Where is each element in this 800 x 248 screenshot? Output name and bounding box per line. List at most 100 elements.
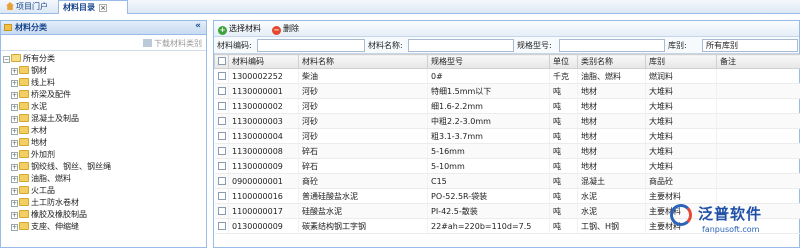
- table-row[interactable]: 1130000001 河砂 特细1.5mm以下吨地材 大堆料: [214, 83, 800, 99]
- tree-node-category[interactable]: + 橡胶及橡胶制品: [3, 209, 206, 221]
- expand-toggle-icon[interactable]: +: [11, 212, 18, 219]
- expand-toggle-icon[interactable]: +: [11, 128, 18, 135]
- delete-button[interactable]: − 删除: [272, 23, 299, 35]
- table-row[interactable]: 1130000009 碎石 5-10mm 吨地材 大堆料: [214, 158, 800, 174]
- watermark-url: fanpusoft.com: [702, 225, 760, 234]
- expand-toggle-icon[interactable]: +: [11, 224, 18, 231]
- expand-toggle-icon[interactable]: +: [11, 140, 18, 147]
- tree-node-category[interactable]: + 钢绞线、钢丝、钢丝绳: [3, 161, 206, 173]
- row-checkbox[interactable]: [214, 173, 229, 189]
- folder-icon: [19, 90, 29, 98]
- row-checkbox[interactable]: [214, 83, 229, 99]
- column-header[interactable]: 库别: [645, 54, 717, 69]
- folder-icon: [19, 198, 29, 206]
- tree-node-category[interactable]: + 土工防水卷材: [3, 197, 206, 209]
- code-filter-input[interactable]: [257, 39, 365, 52]
- expand-toggle-icon[interactable]: +: [11, 188, 18, 195]
- table-row[interactable]: 1130000004 河砂 粗3.1-3.7mm 吨地材 大堆料: [214, 128, 800, 144]
- table-cell: 0130000009: [228, 218, 299, 234]
- folder-icon: [19, 102, 29, 110]
- row-checkbox[interactable]: [214, 218, 229, 234]
- home-icon: [6, 2, 14, 10]
- table-cell: 大堆料: [645, 128, 717, 144]
- collapse-icon[interactable]: «: [193, 22, 203, 32]
- row-checkbox[interactable]: [214, 143, 229, 159]
- close-icon[interactable]: ×: [99, 4, 107, 12]
- table-cell: 硅酸盐水泥: [298, 203, 428, 219]
- table-cell: [716, 83, 800, 99]
- tree-node-category[interactable]: + 支座、伸缩缝: [3, 221, 206, 233]
- tree-node-category[interactable]: + 外加剂: [3, 149, 206, 161]
- tree-node-root[interactable]: − 所有分类: [3, 53, 206, 65]
- select-material-button[interactable]: + 选择材料: [218, 23, 261, 35]
- table-cell: 大堆料: [645, 143, 717, 159]
- panel-title: 材料分类: [15, 23, 47, 32]
- table-cell: 5-10mm: [427, 158, 550, 174]
- table-cell: 细1.6-2.2mm: [427, 98, 550, 114]
- expand-toggle-icon[interactable]: +: [11, 200, 18, 207]
- tab-label: 项目门户: [16, 2, 48, 11]
- expand-toggle-icon[interactable]: +: [11, 68, 18, 75]
- table-row[interactable]: 1130000003 河砂 中粗2.2-3.0mm 吨地材 大堆料: [214, 113, 800, 129]
- row-checkbox[interactable]: [214, 68, 229, 84]
- table-cell: 河砂: [298, 83, 428, 99]
- spec-filter-input[interactable]: [559, 39, 665, 52]
- column-header[interactable]: 类别名称: [577, 54, 646, 69]
- table-row[interactable]: 1130000008 碎石 5-16mm 吨地材 大堆料: [214, 143, 800, 159]
- table-cell: 吨: [549, 128, 578, 144]
- expand-toggle-icon[interactable]: +: [11, 152, 18, 159]
- collapse-toggle-icon[interactable]: −: [3, 56, 10, 63]
- row-checkbox[interactable]: [214, 113, 229, 129]
- tree-node-category[interactable]: + 火工品: [3, 185, 206, 197]
- expand-toggle-icon[interactable]: +: [11, 116, 18, 123]
- tree-node-label: 桥梁及配件: [31, 90, 71, 99]
- table-cell: 河砂: [298, 128, 428, 144]
- expand-toggle-icon[interactable]: +: [11, 92, 18, 99]
- tree-node-label: 油脂、燃料: [31, 174, 71, 183]
- button-label: 删除: [283, 24, 299, 33]
- row-checkbox[interactable]: [214, 188, 229, 204]
- tree-node-category[interactable]: + 水泥: [3, 101, 206, 113]
- tree-node-category[interactable]: + 钢材: [3, 65, 206, 77]
- table-row[interactable]: 1130000002 河砂 细1.6-2.2mm 吨地材 大堆料: [214, 98, 800, 114]
- tree-node-label: 火工品: [31, 186, 55, 195]
- tree-node-category[interactable]: + 油脂、燃料: [3, 173, 206, 185]
- table-cell: 1130000003: [228, 113, 299, 129]
- table-row[interactable]: 0900000001 商砼 C15 吨混凝土 商品砼: [214, 173, 800, 189]
- table-cell: 油脂、燃料: [577, 68, 646, 84]
- row-checkbox[interactable]: [214, 203, 229, 219]
- tab-project-portal[interactable]: 项目门户: [2, 0, 52, 14]
- column-header[interactable]: 备注: [716, 54, 800, 69]
- tree-node-category[interactable]: + 混凝土及制品: [3, 113, 206, 125]
- table-row[interactable]: 1300002252 柴油 0# 千克 油脂、燃料 燃润料: [214, 68, 800, 84]
- tree-node-category[interactable]: + 桥梁及配件: [3, 89, 206, 101]
- table-cell: 柴油: [298, 68, 428, 84]
- expand-toggle-icon[interactable]: +: [11, 80, 18, 87]
- select-all-checkbox[interactable]: [214, 54, 229, 69]
- table-cell: 混凝土: [577, 173, 646, 189]
- column-header[interactable]: 材料编码: [228, 54, 299, 69]
- tree-node-category[interactable]: + 线上料: [3, 77, 206, 89]
- warehouse-select[interactable]: 所有库别: [702, 39, 798, 52]
- row-checkbox[interactable]: [214, 128, 229, 144]
- download-category-button[interactable]: 下载材料类别: [143, 38, 202, 49]
- tree-node-category[interactable]: + 木材: [3, 125, 206, 137]
- expand-toggle-icon[interactable]: +: [11, 104, 18, 111]
- column-header[interactable]: 材料名称: [298, 54, 428, 69]
- row-checkbox[interactable]: [214, 158, 229, 174]
- category-panel: 材料分类 « 下载材料类别 − 所有分类 + 钢材 + 线上料 + 桥梁及配件 + 水泥 + 混凝土…: [0, 20, 207, 248]
- name-filter-input[interactable]: [408, 39, 514, 52]
- row-checkbox[interactable]: [214, 98, 229, 114]
- table-cell: 1300002252: [228, 68, 299, 84]
- expand-toggle-icon[interactable]: +: [11, 164, 18, 171]
- tree-node-label: 混凝土及制品: [31, 114, 79, 123]
- column-header[interactable]: 单位: [549, 54, 578, 69]
- expand-toggle-icon[interactable]: +: [11, 176, 18, 183]
- tree-node-category[interactable]: + 地材: [3, 137, 206, 149]
- table-cell: 22#ah=220b=110d=7.5: [427, 218, 550, 234]
- tab-material-catalog[interactable]: 材料目录 ×: [58, 0, 128, 14]
- table-cell: 0#: [427, 68, 550, 84]
- table-cell: 地材: [577, 143, 646, 159]
- column-header[interactable]: 规格型号: [427, 54, 550, 69]
- table-cell: 工钢、H钢: [577, 218, 646, 234]
